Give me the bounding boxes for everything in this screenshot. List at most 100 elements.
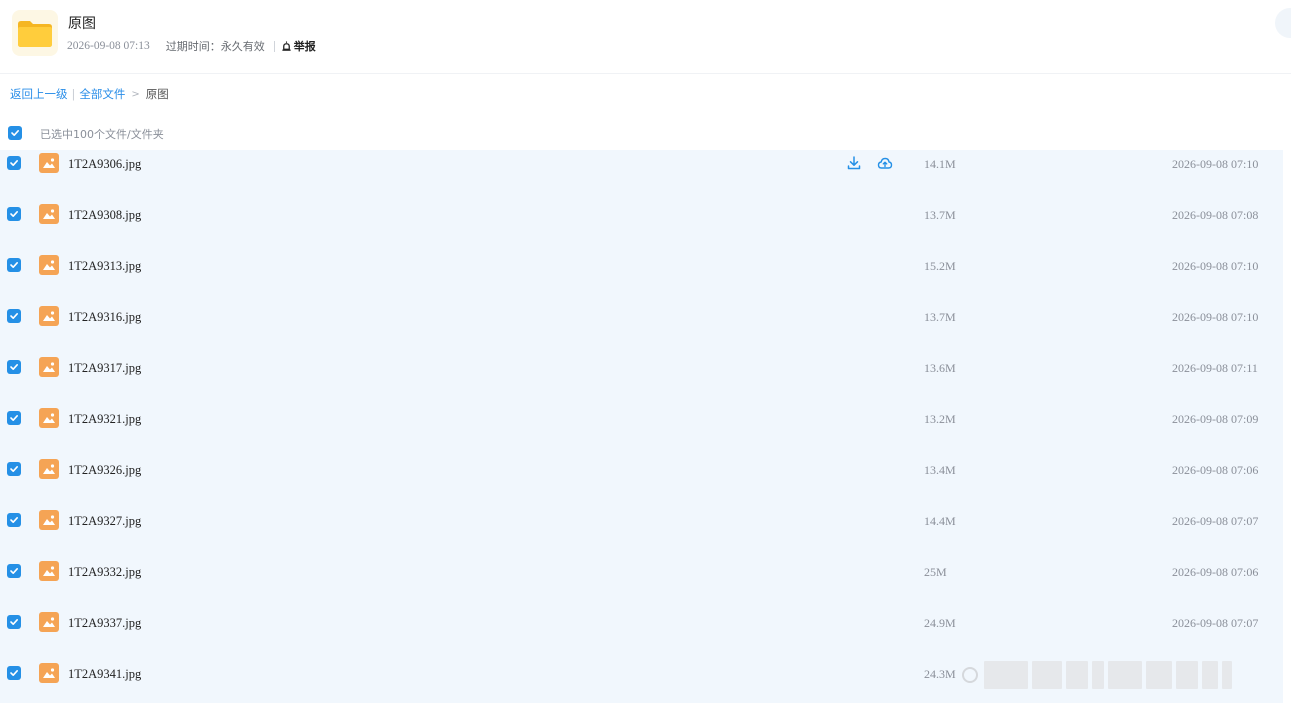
share-header: 原图 2026-09-08 07:13 过期时间： 永久有效 举报: [0, 0, 1291, 74]
image-file-icon: [39, 204, 59, 224]
file-row[interactable]: 1T2A9327.jpg 14.4M 2026-09-08 07:07: [0, 510, 1283, 564]
file-name[interactable]: 1T2A9308.jpg: [68, 208, 141, 223]
file-checkbox[interactable]: [7, 666, 21, 680]
file-name[interactable]: 1T2A9321.jpg: [68, 412, 141, 427]
check-icon: [10, 313, 18, 319]
file-date: 2026-09-08 07:10: [1172, 310, 1259, 324]
header-action-button[interactable]: [1275, 8, 1291, 38]
watermark-block: [1202, 661, 1218, 689]
image-file-icon: [39, 357, 59, 377]
file-date: 2026-09-08 07:06: [1172, 565, 1259, 579]
meta-divider: [273, 40, 275, 52]
watermark-block: [1222, 661, 1232, 689]
file-row[interactable]: 1T2A9306.jpg 14.1M 2026-09-08 07:10: [0, 153, 1283, 207]
check-icon: [10, 364, 18, 370]
folder-icon: [12, 10, 58, 56]
file-row[interactable]: 1T2A9332.jpg 25M 2026-09-08 07:06: [0, 561, 1283, 615]
file-size: 25M: [924, 565, 947, 579]
watermark-block: [984, 661, 1028, 689]
file-name[interactable]: 1T2A9306.jpg: [68, 157, 141, 172]
check-icon: [10, 619, 18, 625]
file-date: 2026-09-08 07:10: [1172, 157, 1259, 171]
check-icon: [10, 160, 18, 166]
file-name[interactable]: 1T2A9317.jpg: [68, 361, 141, 376]
file-size: 24.3M: [924, 667, 956, 681]
cloud-save-icon[interactable]: [877, 155, 893, 171]
watermark-block: [1066, 661, 1088, 689]
file-row[interactable]: 1T2A9326.jpg 13.4M 2026-09-08 07:06: [0, 459, 1283, 513]
image-file-icon: [39, 459, 59, 479]
watermark-block: [1176, 661, 1198, 689]
selection-bar: 已选中100个文件/文件夹: [0, 120, 1291, 148]
file-name[interactable]: 1T2A9327.jpg: [68, 514, 141, 529]
file-checkbox[interactable]: [7, 309, 21, 323]
file-date: 2026-09-08 07:07: [1172, 514, 1259, 528]
file-date: 2026-09-08 07:08: [1172, 208, 1259, 222]
file-name[interactable]: 1T2A9337.jpg: [68, 616, 141, 631]
file-checkbox[interactable]: [7, 258, 21, 272]
alarm-bell-icon: [282, 40, 291, 51]
created-date: 2026-09-08 07:13: [67, 40, 150, 52]
watermark-block: [1032, 661, 1062, 689]
expiry-value: 永久有效: [220, 40, 265, 53]
image-file-icon: [39, 255, 59, 275]
file-size: 15.2M: [924, 259, 956, 273]
file-size: 14.4M: [924, 514, 956, 528]
file-name[interactable]: 1T2A9313.jpg: [68, 259, 141, 274]
file-date: 2026-09-08 07:07: [1172, 616, 1259, 630]
file-name[interactable]: 1T2A9341.jpg: [68, 667, 141, 682]
check-icon: [10, 670, 18, 676]
report-button[interactable]: 举报: [281, 38, 316, 54]
watermark: [962, 658, 1236, 692]
file-name[interactable]: 1T2A9332.jpg: [68, 565, 141, 580]
image-file-icon: [39, 510, 59, 530]
back-link[interactable]: 返回上一级: [10, 86, 68, 102]
file-size: 13.7M: [924, 310, 956, 324]
selection-count: 已选中100个文件/文件夹: [40, 128, 164, 141]
watermark-block: [1146, 661, 1172, 689]
check-icon: [10, 211, 18, 217]
file-row[interactable]: 1T2A9308.jpg 13.7M 2026-09-08 07:08: [0, 204, 1283, 258]
file-checkbox[interactable]: [7, 156, 21, 170]
breadcrumb-current: 原图: [145, 87, 169, 101]
file-checkbox[interactable]: [7, 564, 21, 578]
file-checkbox[interactable]: [7, 411, 21, 425]
breadcrumb-divider: |: [71, 87, 76, 101]
watermark-block: [1092, 661, 1104, 689]
file-checkbox[interactable]: [7, 360, 21, 374]
file-size: 14.1M: [924, 157, 956, 171]
image-file-icon: [39, 153, 59, 173]
file-date: 2026-09-08 07:10: [1172, 259, 1259, 273]
file-size: 24.9M: [924, 616, 956, 630]
check-icon: [10, 262, 18, 268]
file-size: 13.6M: [924, 361, 956, 375]
file-name[interactable]: 1T2A9316.jpg: [68, 310, 141, 325]
select-all-checkbox[interactable]: [8, 126, 22, 140]
breadcrumb-separator: >: [131, 88, 140, 100]
file-row[interactable]: 1T2A9313.jpg 15.2M 2026-09-08 07:10: [0, 255, 1283, 309]
watermark-block: [1108, 661, 1142, 689]
expiry-label: 过期时间：: [165, 40, 221, 53]
image-file-icon: [39, 612, 59, 632]
file-name[interactable]: 1T2A9326.jpg: [68, 463, 141, 478]
file-row[interactable]: 1T2A9321.jpg 13.2M 2026-09-08 07:09: [0, 408, 1283, 462]
check-icon: [10, 517, 18, 523]
download-icon[interactable]: [846, 155, 862, 171]
image-file-icon: [39, 663, 59, 683]
file-date: 2026-09-08 07:09: [1172, 412, 1259, 426]
file-checkbox[interactable]: [7, 615, 21, 629]
image-file-icon: [39, 561, 59, 581]
check-icon: [10, 466, 18, 472]
file-checkbox[interactable]: [7, 462, 21, 476]
file-checkbox[interactable]: [7, 207, 21, 221]
file-size: 13.7M: [924, 208, 956, 222]
file-size: 13.2M: [924, 412, 956, 426]
watermark-logo: [962, 667, 978, 683]
file-row[interactable]: 1T2A9317.jpg 13.6M 2026-09-08 07:11: [0, 357, 1283, 411]
file-row[interactable]: 1T2A9316.jpg 13.7M 2026-09-08 07:10: [0, 306, 1283, 360]
all-files-link[interactable]: 全部文件: [79, 86, 125, 102]
file-date: 2026-09-08 07:11: [1172, 361, 1258, 375]
file-checkbox[interactable]: [7, 513, 21, 527]
breadcrumb: 返回上一级 | 全部文件 > 原图: [10, 86, 169, 102]
check-icon: [11, 130, 19, 136]
